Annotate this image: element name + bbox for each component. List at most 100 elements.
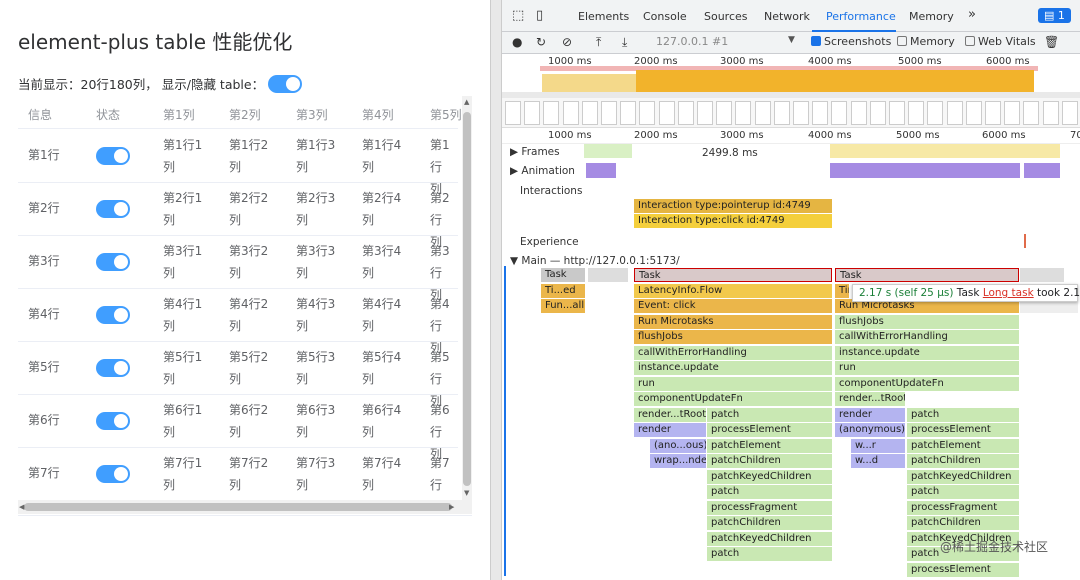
screenshot-frame[interactable] (524, 101, 541, 125)
screenshot-frame[interactable] (543, 101, 560, 125)
web-vitals-checkbox[interactable]: Web Vitals (965, 35, 1036, 48)
screenshot-frame[interactable] (505, 101, 521, 125)
flame-bar[interactable]: run (835, 361, 1019, 375)
flame-bar[interactable]: render (634, 423, 706, 437)
row-status-switch[interactable] (96, 465, 130, 483)
tab-elements[interactable]: Elements (578, 10, 629, 23)
frames-track-label[interactable]: ▶ Frames (510, 146, 560, 158)
frames-bar[interactable] (830, 144, 1060, 158)
download-icon[interactable]: ⤓ (622, 35, 627, 50)
column-header[interactable]: 第1列 (163, 106, 195, 123)
screenshot-frame[interactable] (869, 101, 886, 125)
flame-bar[interactable]: flushJobs (835, 314, 1019, 329)
flame-bar[interactable]: patchChildren (907, 454, 1019, 468)
screenshot-frame[interactable] (697, 101, 713, 125)
flame-bar[interactable]: Event: click (634, 299, 832, 313)
flame-bar[interactable]: patchKeyedChildren (707, 469, 832, 484)
flame-bar[interactable]: (anonymous) (835, 423, 905, 437)
tab-console[interactable]: Console (643, 10, 687, 23)
flame-bar[interactable]: patchChildren (707, 454, 832, 468)
more-tabs-icon[interactable]: » (968, 7, 976, 22)
screenshot-frame[interactable] (716, 101, 733, 125)
screenshot-frame[interactable] (562, 101, 579, 125)
animation-bar[interactable] (830, 163, 1020, 178)
screenshot-frame[interactable] (639, 101, 656, 125)
row-status-switch[interactable] (96, 306, 130, 324)
screenshot-frame[interactable] (677, 101, 694, 125)
flame-bar[interactable]: LatencyInfo.Flow (634, 283, 832, 298)
clear-icon[interactable]: ⊘ (562, 35, 572, 49)
flame-bar[interactable]: componentUpdateFn (634, 392, 832, 406)
flame-bar[interactable]: patchChildren (907, 516, 1019, 530)
trash-icon[interactable]: 🗑 (1044, 35, 1059, 49)
screenshot-frame[interactable] (831, 101, 848, 125)
flame-bar[interactable]: processElement (707, 423, 832, 437)
flame-bar[interactable]: processFragment (707, 500, 832, 515)
flame-bar[interactable]: instance.update (634, 361, 832, 375)
flame-bar[interactable]: patchKeyedChildren (907, 469, 1019, 484)
screenshot-frame[interactable] (908, 101, 925, 125)
row-status-switch[interactable] (96, 359, 130, 377)
main-track-label[interactable]: ▼ Main — http://127.0.0.1:5173/ (510, 255, 680, 267)
flame-bar[interactable]: patchChildren (707, 516, 832, 530)
flame-bar[interactable]: render (835, 407, 905, 422)
row-status-switch[interactable] (96, 200, 130, 218)
flame-bar[interactable]: Tir (835, 283, 849, 298)
screenshot-frame[interactable] (601, 101, 617, 125)
inspect-icon[interactable]: ⬚ (512, 8, 524, 23)
upload-icon[interactable]: ⤒ (596, 35, 601, 50)
flame-bar[interactable]: processElement (907, 562, 1019, 577)
screenshot-frame[interactable] (773, 101, 790, 125)
screenshot-frame[interactable] (946, 101, 963, 125)
column-header[interactable]: 第3列 (296, 106, 328, 123)
flame-bar[interactable]: patch (707, 547, 832, 561)
column-header[interactable]: 第4列 (362, 106, 394, 123)
row-status-switch[interactable] (96, 412, 130, 430)
flame-bar[interactable]: Task (835, 268, 1019, 282)
table-visibility-toggle[interactable] (268, 75, 303, 93)
timer-bar[interactable]: Ti...ed (541, 283, 585, 298)
issues-badge[interactable]: ▤ 1 (1038, 8, 1071, 23)
flame-bar[interactable]: patch (707, 407, 832, 422)
flame-bar[interactable]: patch (907, 407, 1019, 422)
flame-bar[interactable]: callWithErrorHandling (634, 345, 832, 360)
screenshot-frame[interactable] (793, 101, 809, 125)
task-bar[interactable]: Task (541, 268, 585, 282)
screenshot-frame[interactable] (985, 101, 1001, 125)
interactions-track-label[interactable]: Interactions (520, 185, 582, 197)
recording-select[interactable]: 127.0.0.1 #1 (656, 35, 728, 48)
screenshot-frame[interactable] (965, 101, 982, 125)
flame-bar[interactable]: flushJobs (634, 330, 832, 344)
scroll-right-icon[interactable]: ▶ (449, 503, 454, 511)
row-status-switch[interactable] (96, 147, 130, 165)
screenshot-frame[interactable] (754, 101, 771, 125)
tab-memory[interactable]: Memory (909, 10, 954, 23)
screenshot-frame[interactable] (927, 101, 944, 125)
flame-bar[interactable]: w...r (851, 438, 905, 453)
memory-checkbox[interactable]: Memory (897, 35, 955, 48)
tab-performance[interactable]: Performance (826, 10, 896, 23)
screenshot-frame[interactable] (812, 101, 829, 125)
flame-bar[interactable]: patch (907, 485, 1019, 499)
screenshot-frame[interactable] (581, 101, 598, 125)
long-task-link[interactable]: Long task (983, 287, 1034, 299)
horizontal-scroll-thumb[interactable] (24, 503, 452, 511)
flame-bar[interactable]: processElement (907, 423, 1019, 437)
flame-bar[interactable]: wrap...nder (650, 454, 706, 468)
small-tasks[interactable] (588, 268, 628, 282)
pane-splitter[interactable] (490, 0, 502, 580)
flame-bar[interactable]: patchElement (707, 438, 832, 453)
screenshot-frame[interactable] (620, 101, 637, 125)
flame-bar[interactable]: (ano...ous) (650, 438, 706, 453)
screenshots-filmstrip[interactable] (502, 98, 1080, 128)
record-icon[interactable]: ● (512, 35, 522, 49)
small-tasks[interactable] (1020, 268, 1064, 282)
interaction-bar[interactable]: Interaction type:pointerup id:4749 (634, 199, 832, 213)
device-toggle-icon[interactable]: ▯ (536, 8, 543, 23)
vertical-scroll-thumb[interactable] (463, 112, 471, 486)
row-status-switch[interactable] (96, 253, 130, 271)
screenshot-frame[interactable] (735, 101, 752, 125)
flame-bar[interactable]: w...d (851, 454, 905, 468)
screenshot-frame[interactable] (1004, 101, 1021, 125)
interaction-bar[interactable]: Interaction type:click id:4749 (634, 214, 832, 228)
